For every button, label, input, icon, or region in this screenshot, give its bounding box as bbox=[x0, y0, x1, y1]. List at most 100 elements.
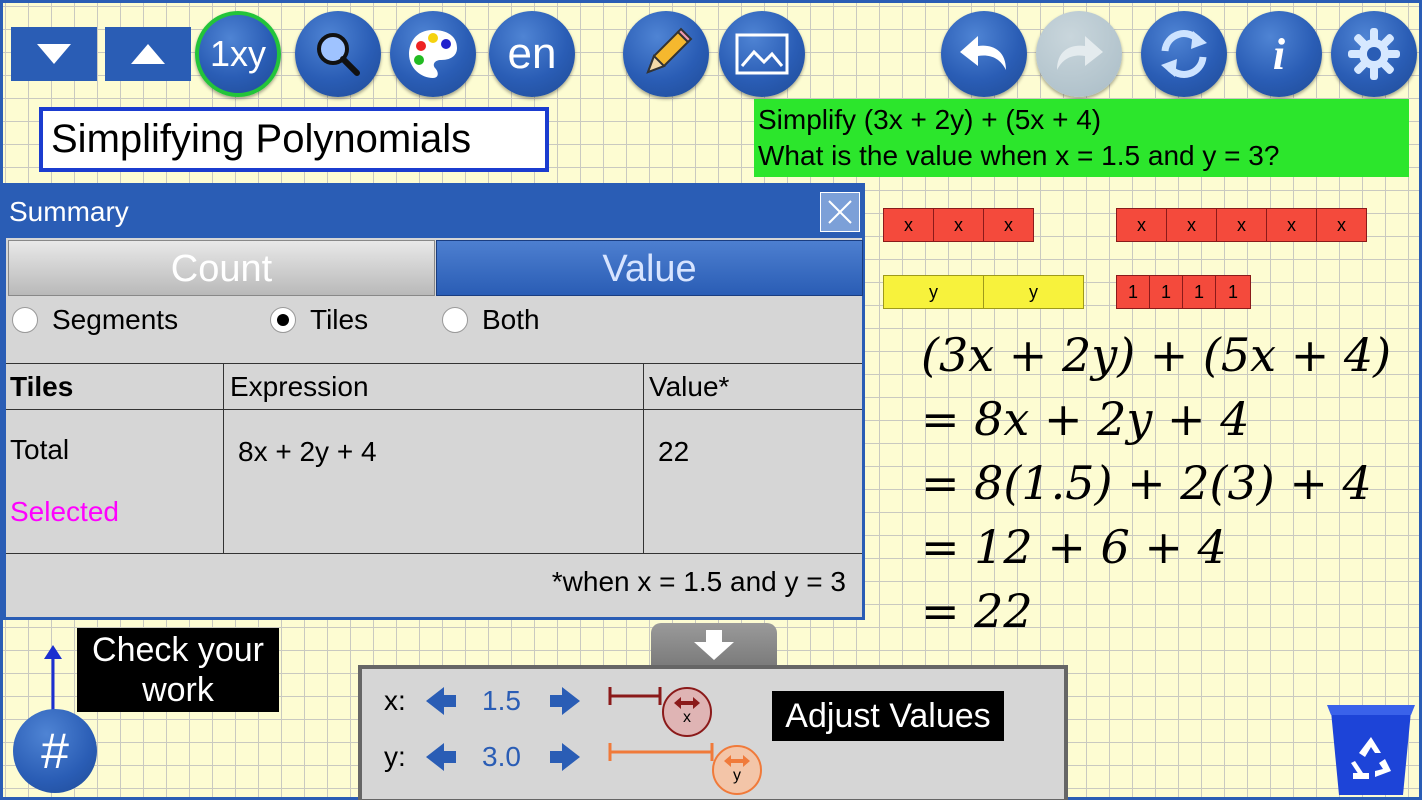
prompt-line-1: Simplify (3x + 2y) + (5x + 4) bbox=[758, 104, 1102, 135]
radio-both-circle bbox=[442, 307, 468, 333]
move-down-button[interactable] bbox=[11, 27, 97, 81]
y-value: 3.0 bbox=[482, 741, 521, 772]
tile-mode-button[interactable]: 1xy bbox=[195, 11, 281, 97]
handwriting-line-1: (3x + 2y) + (5x + 4) bbox=[921, 328, 1392, 382]
zoom-button[interactable] bbox=[295, 11, 381, 97]
tab-count[interactable]: Count bbox=[8, 240, 435, 296]
unit-tile[interactable]: 1 bbox=[1182, 275, 1216, 309]
adjust-values-panel: x: 1.5 x y: 3.0 y Adjust Values bbox=[358, 665, 1068, 800]
triangle-up-icon bbox=[131, 44, 165, 64]
y-increase-icon[interactable] bbox=[550, 743, 580, 771]
table-header-expression: Expression bbox=[230, 371, 369, 402]
table-header-tiles: Tiles bbox=[10, 371, 74, 402]
x-increase-icon[interactable] bbox=[550, 687, 580, 715]
info-icon: i bbox=[1272, 29, 1286, 79]
summary-panel: Summary Count Value Segments Tiles Both … bbox=[3, 183, 865, 620]
unit-tile[interactable]: 1 bbox=[1215, 275, 1251, 309]
row-total-label: Total bbox=[10, 434, 70, 465]
x-tile[interactable]: x bbox=[1116, 208, 1167, 242]
tab-value[interactable]: Value bbox=[436, 240, 863, 296]
x-tile[interactable]: x bbox=[1316, 208, 1367, 242]
image-icon bbox=[735, 33, 789, 75]
redo-button[interactable] bbox=[1036, 11, 1122, 97]
y-handle-label: y bbox=[733, 767, 741, 784]
radio-both-label: Both bbox=[482, 304, 540, 335]
arrow-down-icon bbox=[694, 630, 734, 660]
undo-button[interactable] bbox=[941, 11, 1027, 97]
radio-tiles-circle bbox=[270, 307, 296, 333]
close-icon bbox=[828, 200, 852, 224]
undo-icon bbox=[960, 36, 1006, 70]
info-button[interactable]: i bbox=[1236, 11, 1322, 97]
adjust-values-title: Adjust Values bbox=[772, 691, 1004, 741]
check-work-button[interactable]: # bbox=[13, 709, 97, 793]
radio-segments[interactable]: Segments bbox=[12, 304, 178, 336]
move-up-button[interactable] bbox=[105, 27, 191, 81]
y-tile[interactable]: y bbox=[983, 275, 1084, 309]
summary-title: Summary bbox=[9, 196, 129, 227]
x-tile[interactable]: x bbox=[883, 208, 934, 242]
gear-icon bbox=[1348, 28, 1400, 80]
close-summary-button[interactable] bbox=[820, 192, 860, 232]
unit-tile[interactable]: 1 bbox=[1116, 275, 1150, 309]
handwriting-line-4: = 12 + 6 + 4 bbox=[921, 520, 1227, 574]
magnifier-icon bbox=[317, 33, 360, 76]
unit-tile[interactable]: 1 bbox=[1149, 275, 1183, 309]
x-decrease-icon[interactable] bbox=[426, 687, 456, 715]
summary-header[interactable]: Summary bbox=[6, 186, 862, 238]
problem-prompt: Simplify (3x + 2y) + (5x + 4) What is th… bbox=[754, 99, 1409, 177]
radio-tiles[interactable]: Tiles bbox=[270, 304, 368, 336]
pencil-button[interactable] bbox=[623, 11, 709, 97]
table-divider bbox=[6, 553, 862, 554]
reset-button[interactable] bbox=[1141, 11, 1227, 97]
prompt-line-2: What is the value when x = 1.5 and y = 3… bbox=[758, 140, 1280, 171]
x-value: 1.5 bbox=[482, 685, 521, 716]
language-button[interactable]: en bbox=[489, 11, 575, 97]
color-palette-button[interactable] bbox=[390, 11, 476, 97]
y-length-bar bbox=[608, 743, 714, 761]
background-image-button[interactable] bbox=[719, 11, 805, 97]
radio-segments-label: Segments bbox=[52, 304, 179, 335]
arrow-up-icon bbox=[44, 645, 62, 711]
radio-segments-circle bbox=[12, 307, 38, 333]
table-divider bbox=[223, 363, 224, 553]
pencil-icon bbox=[646, 27, 693, 74]
x-tile[interactable]: x bbox=[933, 208, 984, 242]
radio-selected-dot bbox=[277, 314, 289, 326]
x-tile[interactable]: x bbox=[983, 208, 1034, 242]
row-total-value: 22 bbox=[658, 436, 690, 467]
y-slider-handle[interactable]: y bbox=[712, 745, 762, 795]
x-length-bar bbox=[608, 687, 662, 705]
x-handle-label: x bbox=[683, 709, 691, 726]
x-label: x: bbox=[384, 685, 406, 716]
double-arrow-icon bbox=[724, 755, 750, 767]
row-total-expression: 8x + 2y + 4 bbox=[238, 436, 377, 467]
handwriting-line-5: = 22 bbox=[921, 584, 1033, 638]
check-your-work-label: Check your work bbox=[77, 628, 279, 712]
handwriting-line-2: = 8x + 2y + 4 bbox=[921, 392, 1250, 446]
radio-both[interactable]: Both bbox=[442, 304, 540, 336]
page-title: Simplifying Polynomials bbox=[39, 107, 549, 172]
y-tile[interactable]: y bbox=[883, 275, 984, 309]
settings-button[interactable] bbox=[1331, 11, 1417, 97]
redo-icon bbox=[1057, 36, 1103, 70]
palette-icon bbox=[409, 30, 457, 78]
handwriting-line-3: = 8(1.5) + 2(3) + 4 bbox=[921, 456, 1372, 510]
table-divider bbox=[643, 363, 644, 553]
recycle-bin-icon[interactable] bbox=[1325, 703, 1417, 797]
x-slider-handle[interactable]: x bbox=[662, 687, 712, 737]
double-arrow-icon bbox=[674, 697, 700, 709]
language-label: en bbox=[507, 29, 557, 78]
tile-mode-label: 1xy bbox=[209, 33, 267, 74]
y-label: y: bbox=[384, 741, 406, 772]
adjust-panel-toggle[interactable] bbox=[651, 623, 777, 667]
x-tile[interactable]: x bbox=[1166, 208, 1217, 242]
y-decrease-icon[interactable] bbox=[426, 743, 456, 771]
radio-tiles-label: Tiles bbox=[310, 304, 369, 335]
table-divider bbox=[6, 409, 862, 410]
summary-footnote: *when x = 1.5 and y = 3 bbox=[551, 566, 846, 597]
refresh-icon bbox=[1161, 30, 1207, 78]
x-tile[interactable]: x bbox=[1266, 208, 1317, 242]
table-divider bbox=[6, 363, 862, 364]
x-tile[interactable]: x bbox=[1216, 208, 1267, 242]
